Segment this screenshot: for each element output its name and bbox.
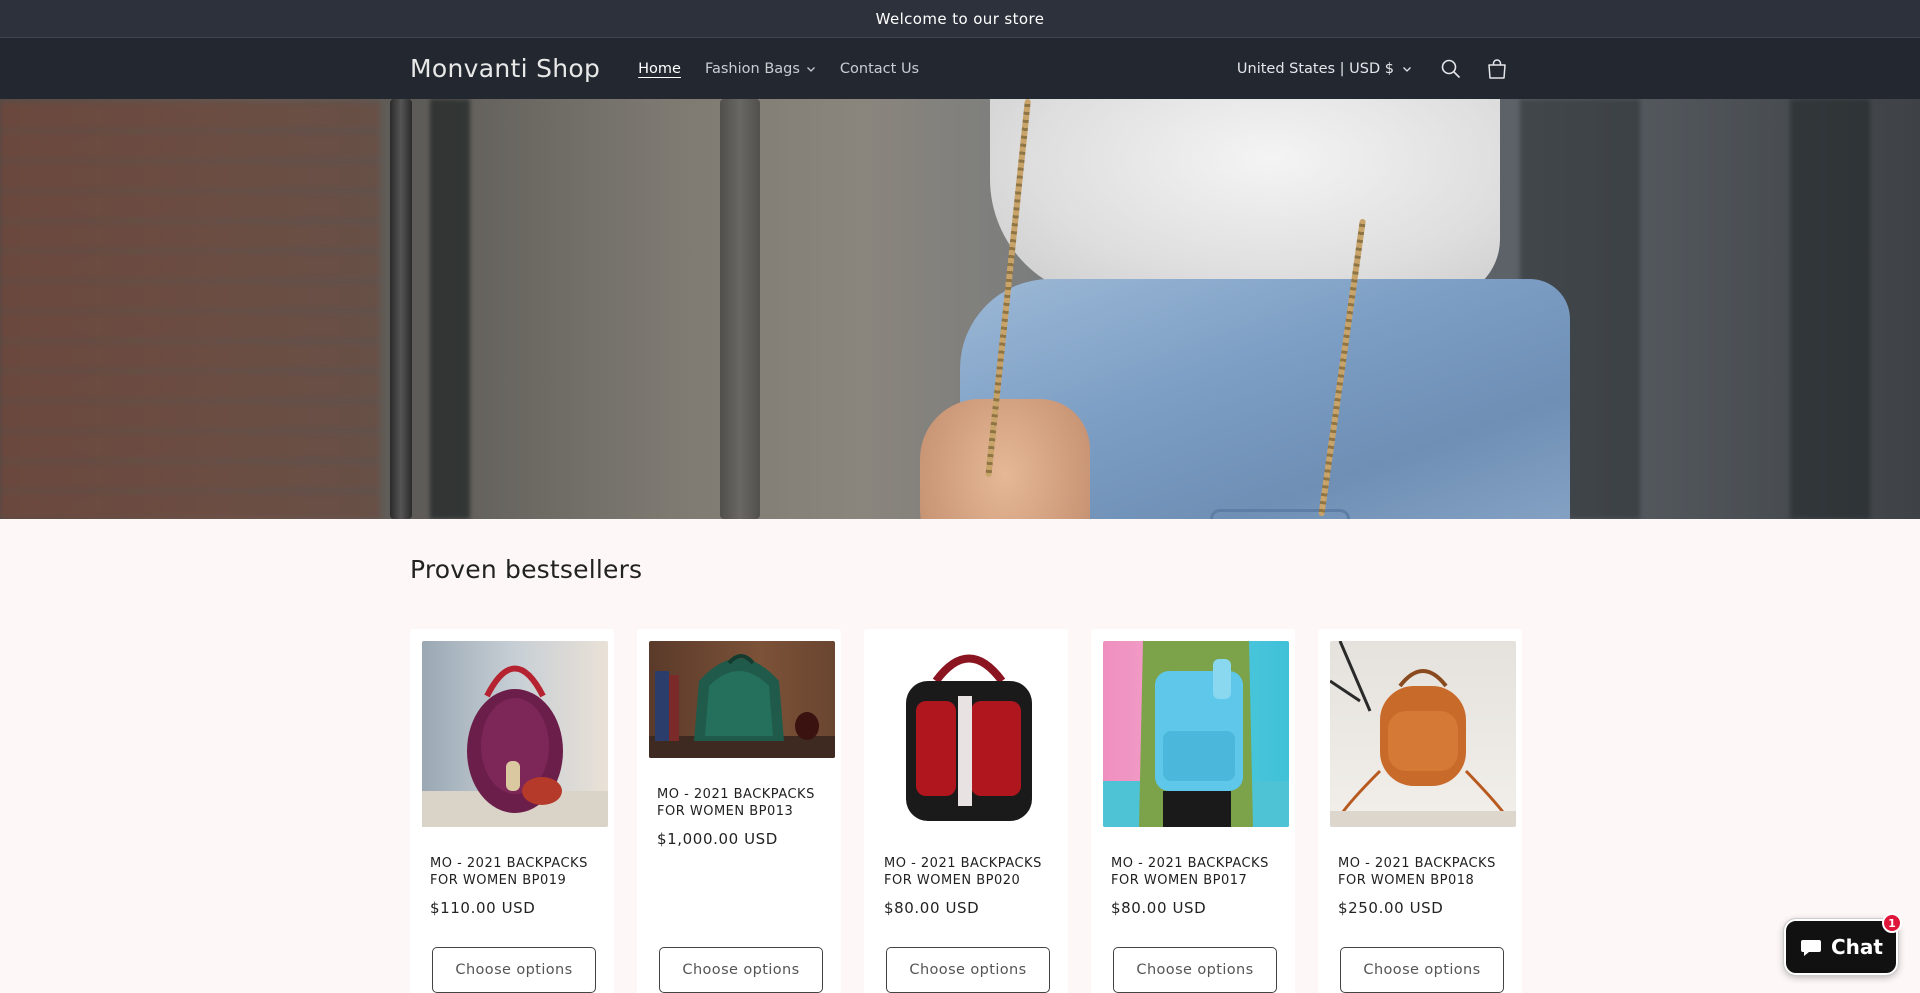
country-currency-selector[interactable]: United States | USD $: [1237, 61, 1412, 77]
product-card[interactable]: MO - 2021 BACKPACKS FOR WOMEN BP018 $250…: [1318, 629, 1522, 993]
product-image[interactable]: [422, 641, 608, 827]
choose-options-button[interactable]: Choose options: [1340, 947, 1504, 993]
product-image[interactable]: [1103, 641, 1289, 827]
cart-button[interactable]: [1484, 56, 1510, 82]
backpack-image: [906, 654, 1032, 821]
site-header: Monvanti Shop Home Fashion Bags Contact …: [0, 38, 1920, 99]
chat-bubble-icon: [1801, 940, 1821, 956]
store-logo[interactable]: Monvanti Shop: [410, 54, 600, 83]
country-currency-label: United States | USD $: [1236, 60, 1394, 77]
nav-home-label: Home: [638, 60, 681, 77]
product-price: $1,000.00 USD: [657, 830, 778, 848]
chat-label: Chat: [1831, 935, 1883, 959]
cart-icon: [1488, 58, 1506, 79]
product-image[interactable]: [649, 641, 835, 758]
product-image[interactable]: [1330, 641, 1516, 827]
nav-contact-label: Contact Us: [839, 60, 920, 77]
backpack-image: [1330, 641, 1516, 827]
product-price: $250.00 USD: [1338, 899, 1444, 917]
choose-options-button[interactable]: Choose options: [886, 947, 1050, 993]
nav-fashion-bags-label: Fashion Bags: [704, 60, 800, 77]
product-card[interactable]: MO - 2021 BACKPACKS FOR WOMEN BP020 $80.…: [864, 629, 1068, 993]
product-card[interactable]: MO - 2021 BACKPACKS FOR WOMEN BP019 $110…: [410, 629, 614, 993]
announcement-text: Welcome to our store: [875, 9, 1045, 28]
search-icon: [1441, 59, 1461, 78]
product-title[interactable]: MO - 2021 BACKPACKS FOR WOMEN BP018: [1330, 855, 1510, 889]
product-title[interactable]: MO - 2021 BACKPACKS FOR WOMEN BP020: [876, 855, 1056, 889]
choose-options-button[interactable]: Choose options: [1113, 947, 1277, 993]
product-title[interactable]: MO - 2021 BACKPACKS FOR WOMEN BP019: [422, 855, 602, 889]
chat-widget-button[interactable]: Chat 1: [1783, 913, 1902, 976]
product-title[interactable]: MO - 2021 BACKPACKS FOR WOMEN BP017: [1103, 855, 1283, 889]
product-grid: MO - 2021 BACKPACKS FOR WOMEN BP019 $110…: [410, 629, 1522, 993]
hero-banner-image: [0, 99, 1920, 519]
nav-contact-us[interactable]: Contact Us: [840, 61, 919, 77]
backpack-image: [649, 654, 835, 758]
backpack-image: [422, 665, 608, 827]
choose-options-button[interactable]: Choose options: [432, 947, 596, 993]
chevron-down-icon: [1403, 66, 1411, 72]
bestsellers-section: Proven bestsellers MO - 2021 BACKPACKS F…: [410, 519, 1522, 993]
product-price: $80.00 USD: [1111, 899, 1207, 917]
product-title[interactable]: MO - 2021 BACKPACKS FOR WOMEN BP013: [649, 786, 829, 820]
nav-home[interactable]: Home: [638, 61, 681, 77]
product-price: $80.00 USD: [884, 899, 980, 917]
product-card[interactable]: MO - 2021 BACKPACKS FOR WOMEN BP013 $1,0…: [637, 629, 841, 993]
backpack-image: [1103, 641, 1289, 827]
choose-options-button[interactable]: Choose options: [659, 947, 823, 993]
announcement-bar: Welcome to our store: [0, 0, 1920, 38]
product-image[interactable]: [876, 641, 1062, 827]
main-nav: Home Fashion Bags Contact Us: [638, 61, 919, 77]
chevron-down-icon: [806, 66, 815, 72]
chat-unread-badge: 1: [1882, 913, 1902, 933]
nav-fashion-bags[interactable]: Fashion Bags: [705, 61, 816, 77]
product-price: $110.00 USD: [430, 899, 536, 917]
section-title: Proven bestsellers: [410, 555, 643, 584]
search-button[interactable]: [1438, 56, 1464, 82]
product-card[interactable]: MO - 2021 BACKPACKS FOR WOMEN BP017 $80.…: [1091, 629, 1295, 993]
